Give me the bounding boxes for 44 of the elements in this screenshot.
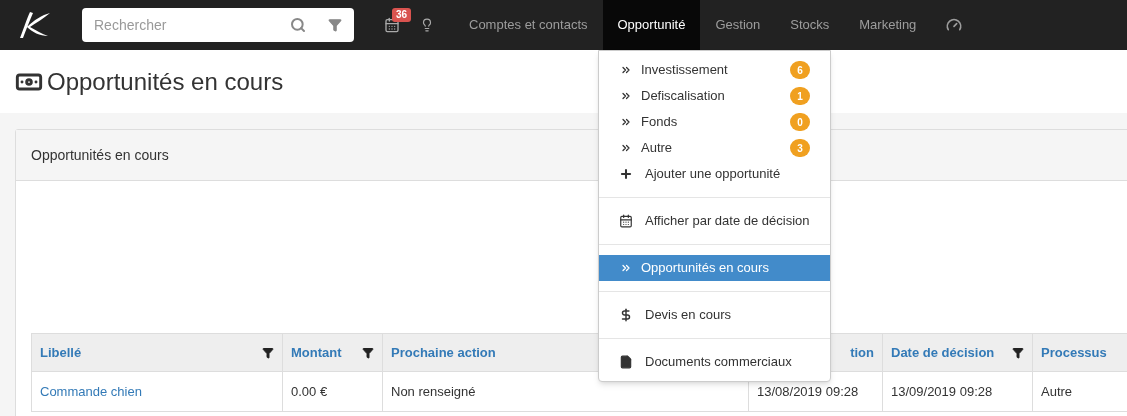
menu-item[interactable]: Fonds 0 xyxy=(599,109,830,135)
filter-icon[interactable] xyxy=(1012,346,1024,359)
table-cell: 0.00 € xyxy=(282,371,383,412)
nav-item[interactable]: Stocks xyxy=(775,0,845,50)
double-chevron-icon xyxy=(620,64,632,76)
page-title: Opportunités en cours xyxy=(47,66,284,97)
search-field[interactable]: Rechercher xyxy=(82,8,354,42)
menu-item[interactable]: Devis en cours xyxy=(599,302,830,328)
count-badge: 6 xyxy=(790,61,810,79)
nav-item[interactable]: Comptes et contacts xyxy=(454,0,603,50)
menu-item[interactable]: Autre 3 xyxy=(599,135,830,161)
filter-icon[interactable] xyxy=(362,346,374,359)
notification-badge: 36 xyxy=(392,8,412,22)
double-chevron-icon xyxy=(620,116,632,128)
column-header[interactable]: Montant xyxy=(282,333,383,372)
search-icon[interactable] xyxy=(290,17,306,33)
dollar-icon xyxy=(619,308,633,322)
nav-item[interactable]: Opportunité xyxy=(602,0,701,50)
menu-item[interactable]: Opportunités en cours xyxy=(599,255,830,281)
menu-item[interactable]: Defiscalisation 1 xyxy=(599,83,830,109)
double-chevron-icon xyxy=(620,142,632,154)
calendar-icon xyxy=(619,214,633,228)
panel-title: Opportunités en cours xyxy=(31,145,169,165)
row-link[interactable]: Commande chien xyxy=(31,371,283,412)
nav-item[interactable]: Gestion xyxy=(700,0,776,50)
dashboard-icon[interactable] xyxy=(946,17,963,33)
menu-item[interactable]: Ajouter une opportunité xyxy=(599,161,830,187)
double-chevron-icon xyxy=(620,262,632,274)
plus-icon xyxy=(619,167,633,181)
column-header[interactable]: Libellé xyxy=(31,333,283,372)
double-chevron-icon xyxy=(620,90,632,102)
file-icon xyxy=(619,355,633,369)
column-header[interactable]: Processus xyxy=(1032,333,1127,372)
lightbulb-icon[interactable] xyxy=(420,18,434,32)
menu-item[interactable]: Afficher par date de décision xyxy=(599,208,830,234)
column-header[interactable]: Date de décision xyxy=(882,333,1033,372)
filter-icon[interactable] xyxy=(262,346,274,359)
calendar-icon[interactable] xyxy=(384,17,400,33)
menu-item[interactable]: Investissement 6 xyxy=(599,57,830,83)
count-badge: 1 xyxy=(790,87,810,105)
count-badge: 0 xyxy=(790,113,810,131)
table-cell: 13/09/2019 09:28 xyxy=(882,371,1033,412)
count-badge: 3 xyxy=(790,139,810,157)
nav-item[interactable]: Marketing xyxy=(844,0,932,50)
